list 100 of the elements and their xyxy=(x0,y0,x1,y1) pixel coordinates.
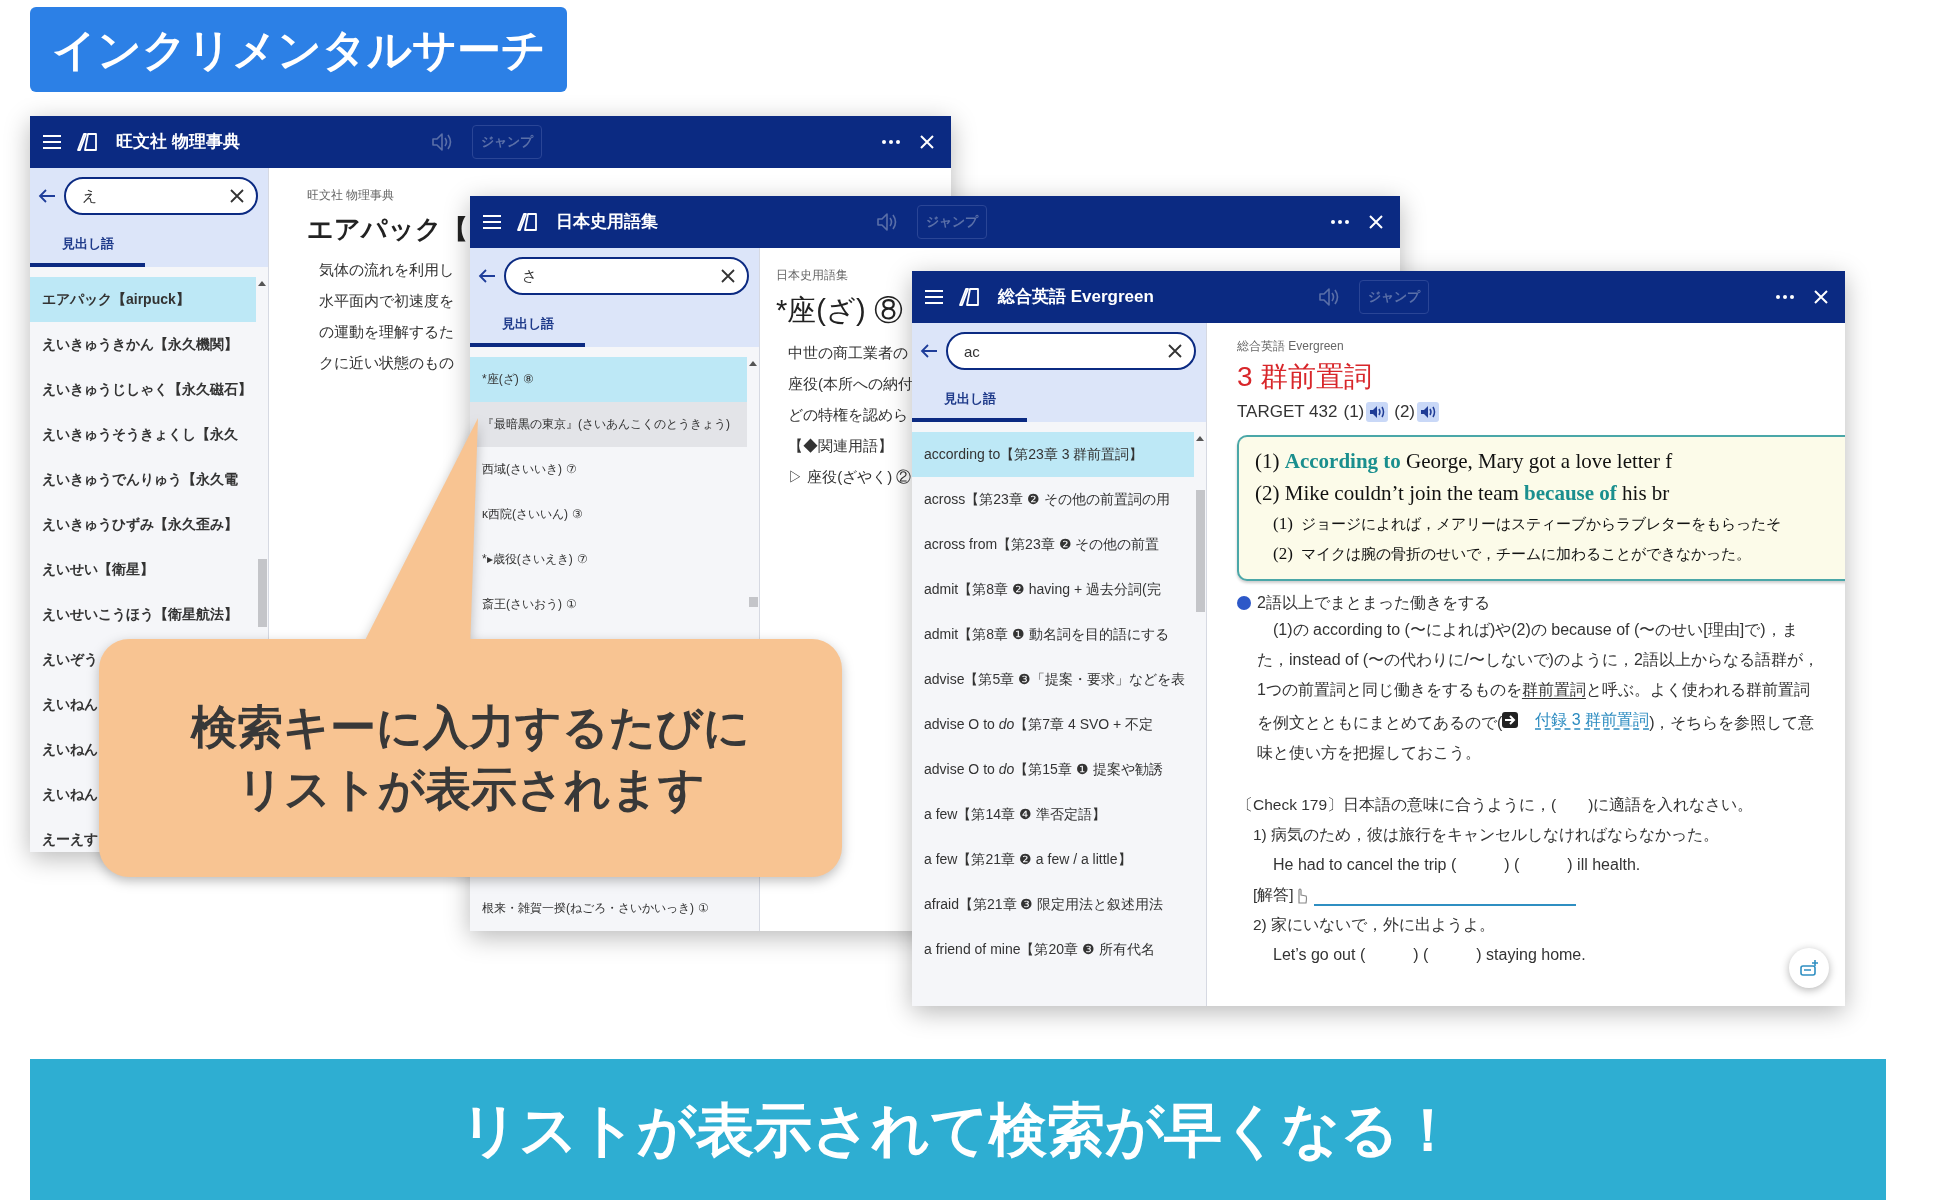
tab[interactable]: 見出し語 xyxy=(912,380,1027,422)
menu-icon[interactable] xyxy=(482,214,502,230)
list-item[interactable]: across from【第23章 ❷ その他の前置 xyxy=(912,522,1194,567)
speaker-icon[interactable] xyxy=(1317,286,1341,308)
list-item[interactable]: えいきゅうひずみ【永久歪み】 xyxy=(30,502,256,547)
list-item[interactable]: admit【第8章 ❷ having + 過去分詞(完 xyxy=(912,567,1194,612)
banner-title: インクリメンタルサーチ xyxy=(51,27,546,72)
list-item[interactable]: a few【第21章 ❷ a few / a little】 xyxy=(912,837,1194,882)
example-number: (1) xyxy=(1343,401,1365,423)
definition-text: ▷ 座役(ざやく) ② xyxy=(788,467,912,487)
definition-text: 【◆関連用語】 xyxy=(788,436,893,456)
translation-text: マイクは腕の骨折のせいで，チームに加わることができなかった。 xyxy=(1300,543,1751,564)
list-item[interactable]: えいきゅうきかん【永久機関】 xyxy=(30,322,256,367)
callout-text: リストが表示されます xyxy=(236,762,705,817)
callout-text: 検索キーに入力するたびに xyxy=(191,699,750,755)
menu-icon[interactable] xyxy=(42,134,62,150)
section-heading: 3 群前置詞 xyxy=(1237,363,1374,391)
arrow-icon xyxy=(1502,711,1519,728)
question-prompt: 2) 家にいないで，外に出ようよ。 xyxy=(1252,914,1497,935)
definition-text: 気体の流れを利用し xyxy=(319,260,454,280)
appendix-link[interactable]: 付録 3 群前置詞 xyxy=(1502,704,1650,735)
list-item[interactable]: advise O to do【第15章 ❶ 提案や勧誘 xyxy=(912,747,1194,792)
book-icon[interactable] xyxy=(76,132,98,152)
menu-icon[interactable] xyxy=(924,289,944,305)
list-item[interactable]: 根来・雑賀一揆(ねごろ・さいかいっき) ① xyxy=(470,886,747,931)
window-title: 旺文社 物理事典 xyxy=(116,131,240,154)
list-item[interactable]: *▸歳役(さいえき) ⑦ xyxy=(470,537,747,582)
list-item[interactable]: a friend of mine【第20章 ❸ 所有代名 xyxy=(912,927,1194,972)
headword: エアパック【 xyxy=(307,216,468,242)
list-item[interactable]: *座(ざ) ⑧ xyxy=(470,357,747,402)
source-label: 日本史用語集 xyxy=(776,267,849,284)
list-item[interactable]: 『最暗黒の東京』(さいあんこくのとうきょう) xyxy=(470,402,747,447)
close-icon[interactable] xyxy=(1368,214,1384,230)
question-prompt: 1) 病気のため，彼は旅行をキャンセルしなければならなかった。 xyxy=(1252,824,1721,845)
search-field[interactable]: ac xyxy=(946,332,1196,370)
list-item[interactable]: across【第23章 ❷ その他の前置詞の用 xyxy=(912,477,1194,522)
example-number: (2) xyxy=(1273,542,1293,565)
list-item[interactable]: afraid【第21章 ❸ 限定用法と叙述用法 xyxy=(912,882,1194,927)
back-icon[interactable] xyxy=(920,343,938,359)
list-item[interactable]: エアパック【airpuck】 xyxy=(30,277,256,322)
add-note-button[interactable] xyxy=(1789,948,1829,988)
list-item[interactable]: advise【第5章 ❸「提案・要求」などを表 xyxy=(912,657,1194,702)
list-item[interactable]: 斎王(さいおう) ① xyxy=(470,582,747,627)
example-sentence: (2) Mike couldn’t join the team because of his br xyxy=(1255,479,1671,507)
scroll-arrow-icon[interactable] xyxy=(258,281,266,286)
paragraph: (1)の according to (〜によれば)や(2)の because of (〜のせい[理由]で)，また，instead of (〜の代わりに/〜しないで)のように，2語以上からなる語群が，1つの前置詞と同じ働きをするものを群前置詞 と呼ぶ。よく使われる群前置詞を例文とともにまとめてあるので( 付録 3 群前置詞)，そちらを参照して意味と使い方を把握しておこう。 xyxy=(1256,619,1820,763)
speaker-icon[interactable] xyxy=(430,131,454,153)
list-item[interactable]: advise O to do【第7章 4 SVO + 不定 xyxy=(912,702,1194,747)
back-icon[interactable] xyxy=(38,188,56,204)
definition-text: クに近い状態のもの xyxy=(319,353,454,373)
point-heading: 2語以上でまとまった働きをする xyxy=(1257,592,1490,613)
close-icon[interactable] xyxy=(919,134,935,150)
definition-text: 水平面内で初速度を xyxy=(319,291,454,311)
list-item[interactable]: according to【第23章 3 群前置詞】 xyxy=(912,432,1194,477)
search-field[interactable]: え xyxy=(64,177,258,215)
back-icon[interactable] xyxy=(478,268,496,284)
list-item[interactable]: えいきゅうじしゃく【永久磁石】 xyxy=(30,367,256,412)
definition-text: 座役(本所への納付 xyxy=(788,374,913,394)
list-item[interactable]: えいきゅうそうきょくし【永久 xyxy=(30,412,256,457)
example-number: (2) xyxy=(1394,401,1416,423)
definition-text: どの特権を認めら xyxy=(788,405,908,425)
more-icon[interactable] xyxy=(1775,294,1795,300)
book-icon[interactable] xyxy=(958,287,980,307)
list-item[interactable]: えいせいこうほう【衛星航法】 xyxy=(30,592,256,637)
clear-icon[interactable] xyxy=(1168,344,1182,358)
headword: *座(ざ) ⑧ xyxy=(776,296,903,325)
question-sentence: He had to cancel the trip ( ) ( ) ill health. xyxy=(1273,854,1641,875)
definition-text: の運動を理解するた xyxy=(319,322,454,342)
audio-button[interactable] xyxy=(1417,401,1440,422)
scroll-arrow-icon[interactable] xyxy=(749,361,757,366)
example-number: (1) xyxy=(1273,512,1293,535)
target-label: TARGET 432 xyxy=(1237,401,1338,423)
note-plus-icon xyxy=(1799,959,1819,977)
exercise-heading: 〔Check 179〕日本語の意味に合うように，( )に適語を入れなさい。 xyxy=(1237,794,1755,815)
source-label: 総合英語 Evergreen xyxy=(1237,338,1345,355)
speaker-icon[interactable] xyxy=(875,211,899,233)
window-title: 総合英語 Evergreen xyxy=(998,286,1154,309)
search-field[interactable]: さ xyxy=(504,257,749,295)
scrollbar-thumb[interactable] xyxy=(1196,490,1205,612)
book-icon[interactable] xyxy=(516,212,538,232)
list-item[interactable]: えいせい【衛星】 xyxy=(30,547,256,592)
bullet-icon xyxy=(1237,595,1251,610)
list-item[interactable]: えいきゅうでんりゅう【永久電 xyxy=(30,457,256,502)
clear-icon[interactable] xyxy=(230,189,244,203)
translation-text: ジョージによれば，メアリーはスティーブからラブレターをもらったそ xyxy=(1300,513,1781,534)
close-icon[interactable] xyxy=(1813,289,1829,305)
answer-label: [解答] xyxy=(1253,884,1294,905)
more-icon[interactable] xyxy=(881,139,901,145)
window-title: 日本史用語集 xyxy=(556,211,658,234)
list-item[interactable]: admit【第8章 ❶ 動名詞を目的語にする xyxy=(912,612,1194,657)
more-icon[interactable] xyxy=(1330,219,1350,225)
scroll-arrow-icon[interactable] xyxy=(1196,436,1204,441)
scrollbar-thumb[interactable] xyxy=(258,559,267,627)
audio-button[interactable] xyxy=(1366,401,1389,422)
clear-icon[interactable] xyxy=(721,269,735,283)
tab[interactable]: 見出し語 xyxy=(470,305,585,347)
list-item[interactable]: a few【第14章 ❹ 準否定語】 xyxy=(912,792,1194,837)
example-sentence: (1) According to George, Mary got a love letter f xyxy=(1255,447,1674,475)
scrollbar-thumb[interactable] xyxy=(749,597,758,607)
tab[interactable]: 見出し語 xyxy=(30,225,145,267)
